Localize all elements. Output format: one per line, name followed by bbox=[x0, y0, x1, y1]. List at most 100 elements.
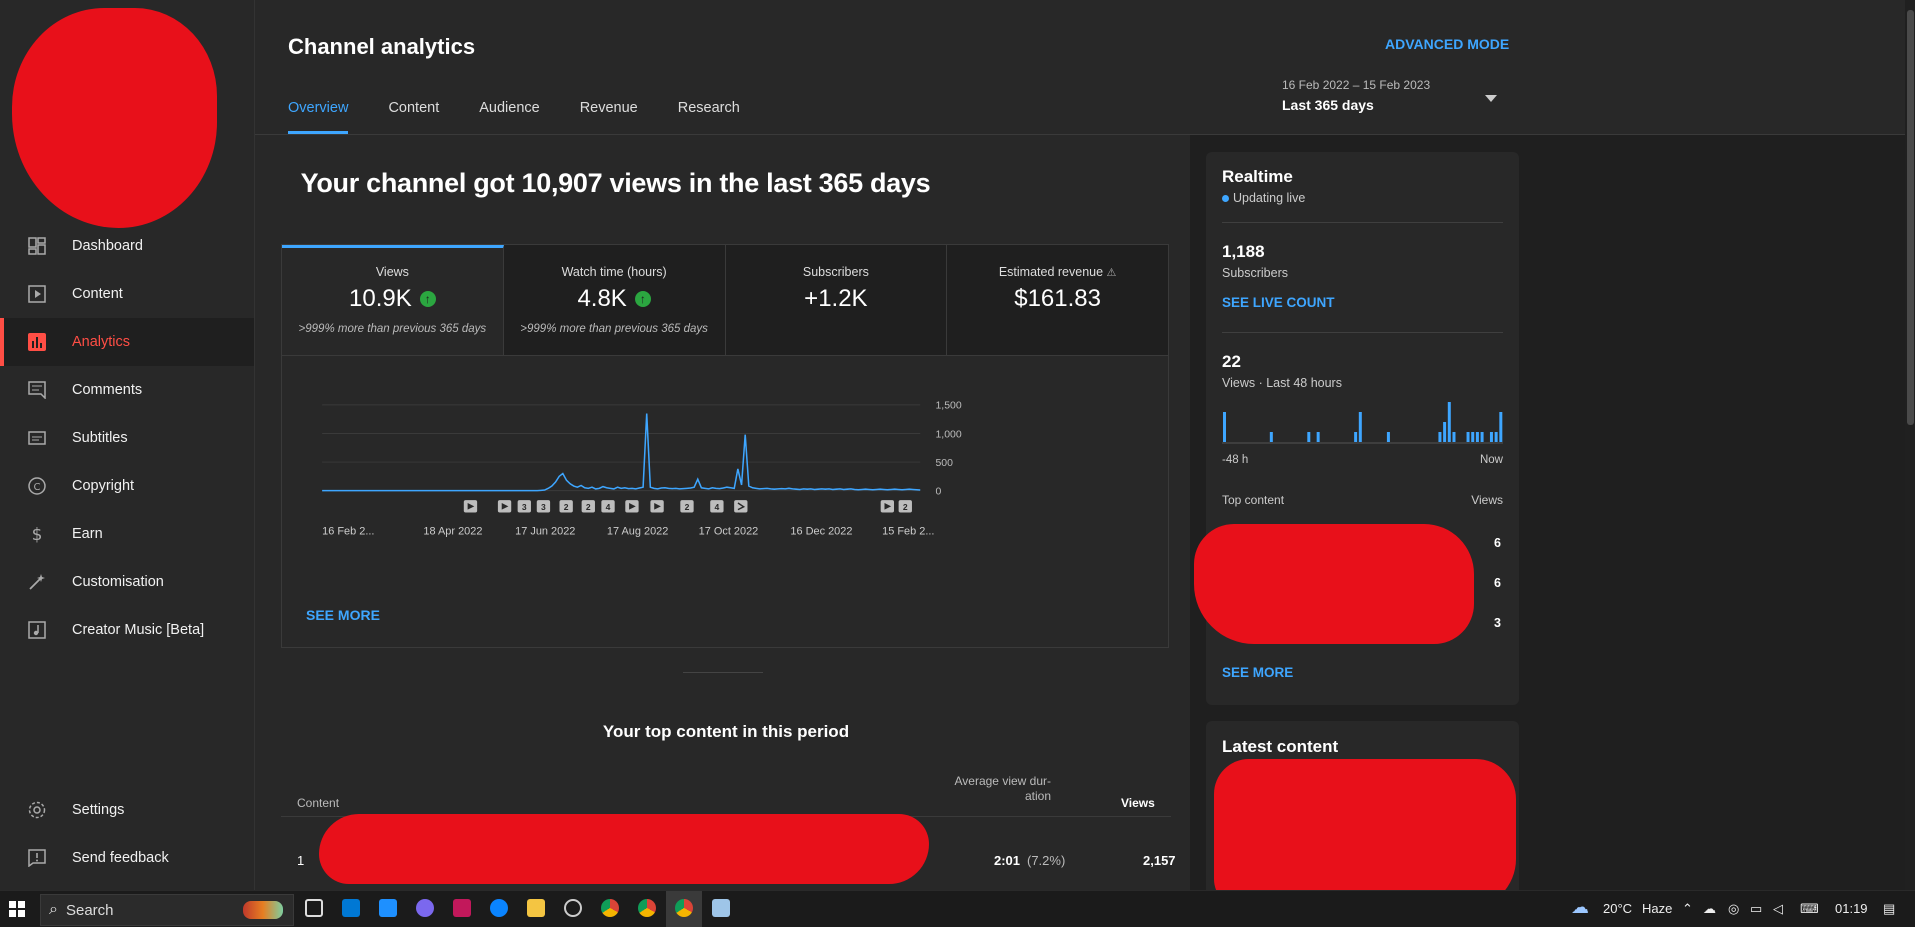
camera-icon[interactable]: ◎ bbox=[1728, 901, 1739, 917]
metric-tabs: Views 10.9K ↑ >999% more than previous 36… bbox=[282, 245, 1168, 356]
tab-overview[interactable]: Overview bbox=[288, 100, 349, 134]
sidebar-item-copyright[interactable]: C Copyright bbox=[0, 462, 254, 510]
chevron-up-icon[interactable]: ⌃ bbox=[1682, 901, 1693, 917]
chrome-icon[interactable] bbox=[638, 899, 656, 917]
sidebar-item-dashboard[interactable]: Dashboard bbox=[0, 222, 254, 270]
top-content-views: 6 bbox=[1494, 576, 1501, 590]
metric-value: $161.83 bbox=[1014, 285, 1101, 312]
redacted-top-content[interactable] bbox=[1194, 524, 1474, 644]
realtime-see-more-button[interactable]: SEE MORE bbox=[1222, 665, 1293, 680]
edge-icon[interactable] bbox=[490, 899, 508, 917]
windows-start-icon[interactable] bbox=[9, 901, 25, 917]
sidebar-item-label: Send feedback bbox=[72, 850, 169, 866]
chrome-icon[interactable] bbox=[601, 899, 619, 917]
x-tick-label: 18 Apr 2022 bbox=[423, 525, 482, 537]
realtime-bar[interactable] bbox=[1466, 432, 1470, 442]
date-range-picker[interactable]: 16 Feb 2022 – 15 Feb 2023 Last 365 days bbox=[1282, 78, 1430, 113]
sidebar-item-creator-music[interactable]: Creator Music [Beta] bbox=[0, 606, 254, 654]
sidebar-item-settings[interactable]: Settings bbox=[0, 786, 254, 834]
realtime-bar[interactable] bbox=[1452, 432, 1456, 442]
windows-taskbar: ⌕ Search ☁ 20°C Haze ⌃ ☁ ◎ ▭ ◁ ⌨ 01:19 ▤ bbox=[0, 890, 1915, 927]
volume-icon[interactable]: ◁ bbox=[1773, 901, 1783, 917]
see-more-button[interactable]: SEE MORE bbox=[306, 607, 380, 623]
realtime-bar[interactable] bbox=[1386, 432, 1390, 442]
onedrive-icon[interactable]: ☁ bbox=[1703, 901, 1716, 917]
realtime-bar[interactable] bbox=[1494, 432, 1498, 442]
mail-icon[interactable] bbox=[379, 899, 397, 917]
top-content-label: Top content bbox=[1222, 493, 1285, 507]
sidebar-item-label: Dashboard bbox=[72, 238, 143, 254]
network-icon[interactable]: ▭ bbox=[1750, 901, 1762, 917]
notification-icon[interactable]: ▤ bbox=[1883, 901, 1895, 917]
chrome-icon[interactable] bbox=[675, 899, 693, 917]
realtime-bar[interactable] bbox=[1316, 432, 1320, 442]
realtime-bar[interactable] bbox=[1354, 432, 1358, 442]
taskbar-search[interactable]: ⌕ Search bbox=[40, 894, 294, 926]
app-icon[interactable] bbox=[453, 899, 471, 917]
search-highlight-icon bbox=[243, 901, 283, 919]
sidebar-item-content[interactable]: Content bbox=[0, 270, 254, 318]
keyboard-icon[interactable]: ⌨ bbox=[1800, 901, 1819, 917]
chevron-down-icon[interactable] bbox=[1485, 95, 1497, 102]
realtime-bar[interactable] bbox=[1475, 432, 1479, 442]
metric-label: Watch time (hours) bbox=[561, 265, 667, 279]
sidebar-item-analytics[interactable]: Analytics bbox=[0, 318, 254, 366]
realtime-bar[interactable] bbox=[1499, 412, 1503, 442]
weather-icon: ☁ bbox=[1571, 897, 1589, 917]
marker-count: 2 bbox=[586, 502, 591, 512]
sidebar-item-subtitles[interactable]: Subtitles bbox=[0, 414, 254, 462]
advanced-mode-button[interactable]: ADVANCED MODE bbox=[1385, 36, 1509, 52]
realtime-bar[interactable] bbox=[1358, 412, 1362, 442]
redacted-latest-thumbnail[interactable] bbox=[1214, 759, 1516, 909]
sidebar-item-comments[interactable]: Comments bbox=[0, 366, 254, 414]
store-icon[interactable] bbox=[342, 899, 360, 917]
sidebar-nav: Dashboard Content Analytics Comments Sub… bbox=[0, 222, 254, 654]
tab-revenue[interactable]: Revenue bbox=[580, 100, 638, 134]
metric-watch-time[interactable]: Watch time (hours) 4.8K ↑ >999% more than… bbox=[503, 245, 726, 355]
realtime-bar[interactable] bbox=[1307, 432, 1311, 442]
clock-time[interactable]: 01:19 bbox=[1835, 901, 1868, 916]
metric-value: 10.9K bbox=[349, 285, 412, 312]
realtime-subscribers-label: Subscribers bbox=[1222, 266, 1288, 280]
sidebar-item-earn[interactable]: $ Earn bbox=[0, 510, 254, 558]
metric-views[interactable]: Views 10.9K ↑ >999% more than previous 36… bbox=[282, 245, 504, 355]
page-title: Channel analytics bbox=[288, 34, 476, 59]
search-icon: ⌕ bbox=[49, 901, 58, 918]
scrollbar-thumb[interactable] bbox=[1907, 10, 1914, 425]
sidebar-item-send-feedback[interactable]: Send feedback bbox=[0, 834, 254, 882]
analytics-tabs: Overview Content Audience Revenue Resear… bbox=[288, 100, 780, 134]
column-header-views[interactable]: Views bbox=[1121, 796, 1155, 810]
realtime-bar[interactable] bbox=[1447, 402, 1451, 442]
tab-research[interactable]: Research bbox=[678, 100, 740, 134]
realtime-bar[interactable] bbox=[1223, 412, 1226, 442]
realtime-bar[interactable] bbox=[1471, 432, 1475, 442]
realtime-bar-chart bbox=[1222, 402, 1503, 444]
settings-icon bbox=[26, 799, 48, 821]
realtime-bar[interactable] bbox=[1438, 432, 1442, 442]
metric-subscribers[interactable]: Subscribers +1.2K bbox=[725, 245, 948, 355]
metric-compare: >999% more than previous 365 days bbox=[298, 323, 487, 335]
realtime-bar[interactable] bbox=[1480, 432, 1484, 442]
column-header-avg-duration[interactable]: Average view dur- ation bbox=[941, 774, 1052, 804]
see-live-count-button[interactable]: SEE LIVE COUNT bbox=[1222, 295, 1335, 310]
weather-temperature[interactable]: 20°C bbox=[1603, 901, 1632, 916]
marker-count: 4 bbox=[715, 502, 720, 512]
media-app-icon[interactable] bbox=[416, 899, 434, 917]
realtime-status: Updating live bbox=[1233, 191, 1306, 205]
marker-count: 2 bbox=[903, 502, 908, 512]
metric-revenue[interactable]: Estimated revenue ⚠ $161.83 bbox=[947, 245, 1168, 355]
x-tick-label: 16 Dec 2022 bbox=[790, 525, 852, 537]
tab-content[interactable]: Content bbox=[388, 100, 439, 134]
tab-audience[interactable]: Audience bbox=[479, 100, 539, 134]
file-explorer-icon[interactable] bbox=[527, 899, 545, 917]
realtime-bar[interactable] bbox=[1489, 432, 1493, 442]
weather-description[interactable]: Haze bbox=[1642, 901, 1672, 916]
sidebar-item-label: Creator Music [Beta] bbox=[72, 622, 205, 638]
app-icon[interactable] bbox=[564, 899, 582, 917]
realtime-bar[interactable] bbox=[1443, 422, 1447, 442]
realtime-bar[interactable] bbox=[1269, 432, 1273, 442]
notepad-icon[interactable] bbox=[712, 899, 730, 917]
channel-avatar-redacted[interactable] bbox=[12, 8, 217, 228]
task-view-icon[interactable] bbox=[305, 899, 323, 917]
sidebar-item-customisation[interactable]: Customisation bbox=[0, 558, 254, 606]
